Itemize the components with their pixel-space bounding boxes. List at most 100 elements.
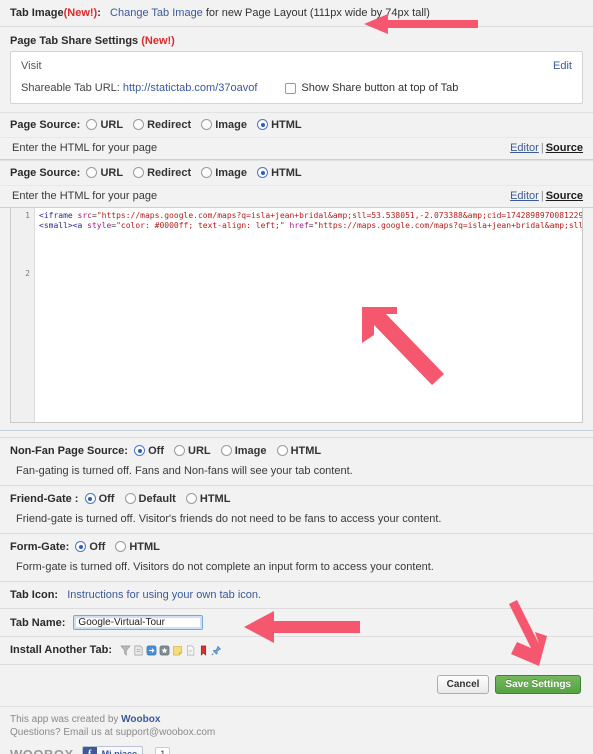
page-source-1-option-url[interactable]: URL <box>86 119 123 131</box>
radio-icon[interactable] <box>133 167 145 178</box>
radio-icon[interactable] <box>201 119 213 130</box>
footer-brand-row: WOOBOX f Mi piace 1 <box>10 746 583 754</box>
page-footer: This app was created by Woobox Questions… <box>0 706 593 754</box>
source-link-1[interactable]: Source <box>546 142 583 154</box>
star-icon[interactable] <box>159 645 170 656</box>
page-source-1-label: Page Source: <box>10 119 81 131</box>
option-label: HTML <box>129 541 160 553</box>
page-source-2-option-url[interactable]: URL <box>86 167 123 179</box>
tab-image-suffix: for new Page Layout (111px wide by 74px … <box>205 7 430 19</box>
edit-link[interactable]: Edit <box>553 60 572 72</box>
note-icon[interactable] <box>172 645 183 656</box>
non-fan-option-url[interactable]: URL <box>174 445 211 457</box>
document-icon[interactable] <box>185 645 196 656</box>
tab-name-label: Tab Name: <box>10 616 66 629</box>
tab-image-label: Tab Image <box>10 7 64 19</box>
share-settings-heading: Page Tab Share Settings <box>10 35 139 47</box>
page-source-2-label: Page Source: <box>10 167 81 179</box>
show-share-button-checkbox[interactable] <box>285 82 297 94</box>
friend-gate-option-off[interactable]: Off <box>84 493 114 505</box>
line-number-gutter: 1 2 <box>11 208 35 422</box>
show-share-button-label: Show Share button at top of Tab <box>301 82 459 94</box>
page-source-2-row: Page Source: URL Redirect Image HTML <box>0 160 593 185</box>
option-label: HTML <box>271 119 302 131</box>
tab-icon-instructions-link[interactable]: Instructions for using your own tab icon… <box>67 589 261 601</box>
option-label: HTML <box>271 167 302 179</box>
page-source-2-option-redirect[interactable]: Redirect <box>133 167 191 179</box>
radio-icon[interactable] <box>201 167 213 178</box>
option-label: Redirect <box>147 119 192 131</box>
radio-icon[interactable] <box>133 119 145 130</box>
shareable-url-value[interactable]: http://statictab.com/37oavof <box>123 82 258 94</box>
page-icon[interactable] <box>133 645 144 656</box>
facebook-like-count: 1 <box>155 746 171 754</box>
option-label: Image <box>234 445 267 457</box>
pushpin-icon[interactable] <box>211 645 222 656</box>
friend-gate-option-default[interactable]: Default <box>124 493 176 505</box>
tab-image-row: Tab Image(New!): Change Tab Image for ne… <box>0 0 593 27</box>
editor-link-2[interactable]: Editor <box>510 190 539 202</box>
cancel-button[interactable]: Cancel <box>436 675 490 694</box>
option-label: URL <box>100 167 124 179</box>
friend-gate-option-html[interactable]: HTML <box>185 493 230 505</box>
radio-icon[interactable] <box>86 119 98 130</box>
arrow-right-icon[interactable] <box>146 645 157 656</box>
tab-icon-row: Tab Icon: Instructions for using your ow… <box>0 582 593 609</box>
section-divider <box>0 431 593 438</box>
option-label: URL <box>188 445 211 457</box>
non-fan-option-html[interactable]: HTML <box>276 445 322 457</box>
page-source-2-option-image[interactable]: Image <box>201 167 247 179</box>
footer-credit-prefix: This app was created by <box>10 714 119 725</box>
html-source-editor[interactable]: 1 2 <iframe src="https://maps.google.com… <box>10 208 583 423</box>
radio-icon[interactable] <box>185 493 197 504</box>
page-source-1-option-redirect[interactable]: Redirect <box>133 119 191 131</box>
tab-image-new-flag: (New!) <box>63 7 98 19</box>
change-tab-image-link[interactable]: Change Tab Image <box>110 7 203 19</box>
save-settings-button[interactable]: Save Settings <box>495 675 581 694</box>
line-number: 1 <box>25 211 30 220</box>
option-label: URL <box>100 119 124 131</box>
form-gate-option-html[interactable]: HTML <box>115 541 160 553</box>
footer-questions: Questions? Email us at support@woobox.co… <box>10 727 216 738</box>
funnel-icon[interactable] <box>120 645 131 656</box>
radio-icon[interactable] <box>86 167 98 178</box>
code-line-2: <small><a style="color: #0000ff; text-al… <box>39 220 582 230</box>
code-text-area[interactable]: <iframe src="https://maps.google.com/map… <box>35 208 582 422</box>
page-source-1-option-image[interactable]: Image <box>201 119 247 131</box>
tab-icon-label: Tab Icon: <box>10 589 59 601</box>
bookmark-icon[interactable] <box>198 645 209 656</box>
non-fan-option-image[interactable]: Image <box>220 445 267 457</box>
radio-icon[interactable] <box>124 493 136 504</box>
form-gate-label: Form-Gate: <box>10 541 70 553</box>
radio-icon[interactable] <box>115 541 127 552</box>
radio-icon-selected[interactable] <box>257 167 269 178</box>
woobox-link[interactable]: Woobox <box>121 714 160 725</box>
share-settings-panel: Visit Edit Shareable Tab URL: http://sta… <box>10 51 583 104</box>
editor-link-1[interactable]: Editor <box>510 142 539 154</box>
radio-icon-selected[interactable] <box>134 445 146 456</box>
non-fan-label: Non-Fan Page Source: <box>10 445 128 457</box>
install-another-tab-label: Install Another Tab: <box>10 644 113 656</box>
page-source-2-option-html[interactable]: HTML <box>257 167 302 179</box>
form-gate-row: Form-Gate: Off HTML <box>0 534 593 559</box>
footer-credit-line: This app was created by Woobox <box>10 713 583 726</box>
facebook-like-button[interactable]: f Mi piace <box>81 746 144 754</box>
shareable-url-label: Shareable Tab URL: <box>21 82 120 94</box>
radio-icon-selected[interactable] <box>84 493 96 504</box>
source-link-2[interactable]: Source <box>546 190 583 202</box>
page-source-1-option-html[interactable]: HTML <box>257 119 302 131</box>
facebook-like-label: Mi piace <box>101 748 138 754</box>
tab-name-input[interactable] <box>73 615 204 630</box>
code-line-1: <iframe src="https://maps.google.com/map… <box>39 211 582 220</box>
radio-icon-selected[interactable] <box>257 119 269 130</box>
form-gate-option-off[interactable]: Off <box>75 541 105 553</box>
non-fan-option-off[interactable]: Off <box>134 445 164 457</box>
radio-icon[interactable] <box>220 445 232 456</box>
radio-icon[interactable] <box>174 445 186 456</box>
radio-icon[interactable] <box>276 445 288 456</box>
friend-gate-row: Friend-Gate : Off Default HTML <box>0 486 593 511</box>
option-label: HTML <box>290 445 322 457</box>
tab-image-colon: : <box>97 7 101 19</box>
radio-icon-selected[interactable] <box>75 541 87 552</box>
install-another-tab-row: Install Another Tab: <box>0 637 593 665</box>
